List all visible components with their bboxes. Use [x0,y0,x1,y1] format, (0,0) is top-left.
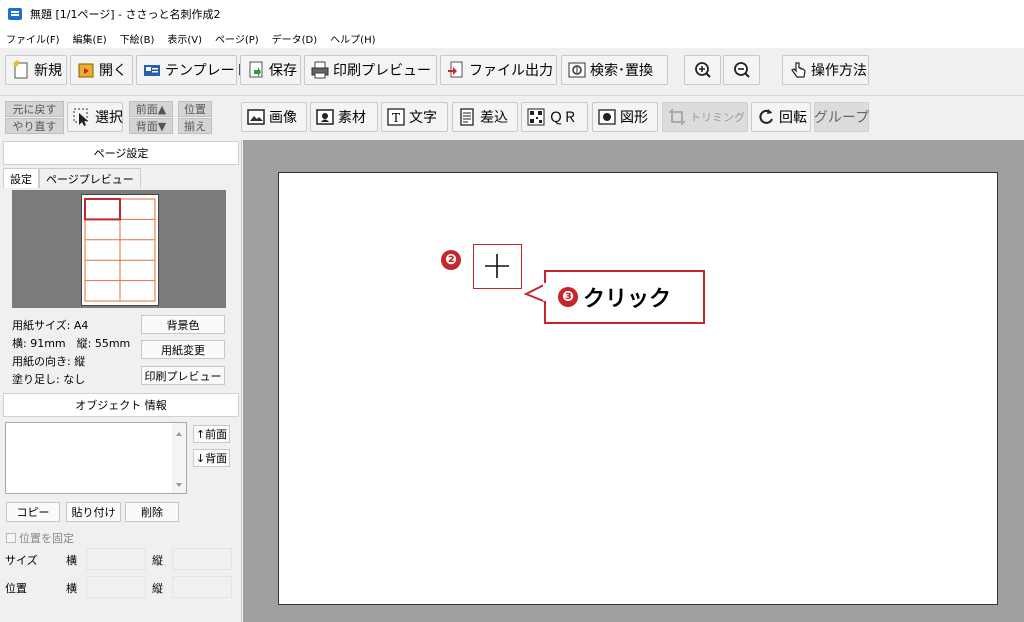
change-paper-button[interactable]: 用紙変更 [141,340,225,359]
insert-button[interactable]: 差込 [452,102,518,132]
card-canvas[interactable] [278,172,998,605]
send-back-button[interactable]: 背面▼ [129,118,173,134]
main-toolbar: 新規 開く テンプレート 保存 印刷プレビュー ファイル出力 検索･置換 操作方… [0,48,1024,96]
position-label: 位置 [5,582,27,595]
callout-joint-cover [543,283,547,301]
page-settings-tabs: 設定 ページプレビュー [3,168,141,188]
menu-data[interactable]: データ(D) [272,31,318,46]
redo-button[interactable]: やり直す [5,118,64,134]
qr-button[interactable]: ＱＲ [521,102,588,132]
save-button[interactable]: 保存 [240,55,301,85]
text-button[interactable]: T 文字 [381,102,448,132]
search-replace-icon [567,60,587,80]
orientation-text: 用紙の向き: 縦 [12,355,86,368]
move-back-button[interactable]: ↓背面 [193,449,230,467]
menu-bar: ファイル(F) 編集(E) 下絵(B) 表示(V) ページ(P) データ(D) … [0,28,1024,48]
print-preview-panel-button[interactable]: 印刷プレビュー [141,366,225,385]
checkbox-box[interactable] [6,533,16,543]
step-2-badge: ❷ [441,250,461,270]
tab-page-preview[interactable]: ページプレビュー [39,168,141,188]
trimming-button[interactable]: トリミング [662,102,748,132]
select-cursor-icon [72,107,92,127]
bring-front-button[interactable]: 前面▲ [129,101,173,117]
printer-icon [310,60,330,80]
click-instruction-text: クリック [583,287,672,312]
size-width-field[interactable] [86,548,146,570]
paper-size-text: 用紙サイズ: A4 [12,319,89,332]
file-output-button[interactable]: ファイル出力 [440,55,557,85]
material-icon [315,107,335,127]
shape-button[interactable]: 図形 [592,102,658,132]
save-icon [246,60,266,80]
page-thumbnail [81,194,159,306]
menu-help[interactable]: ヘルプ(H) [330,31,375,46]
size-height-field[interactable] [172,548,232,570]
delete-button[interactable]: 削除 [125,502,179,522]
image-button[interactable]: 画像 [241,102,307,132]
copy-button[interactable]: コピー [6,502,60,522]
file-export-icon [446,60,466,80]
zoom-out-button[interactable] [723,55,760,85]
tab-settings[interactable]: 設定 [3,168,39,188]
position-y-label: 縦 [152,582,163,595]
zoom-in-icon [693,60,713,80]
menu-view[interactable]: 表示(V) [167,31,202,46]
new-document-icon [11,60,31,80]
crosshair-cursor-highlight [473,244,522,289]
page-settings-header: ページ設定 [3,141,239,165]
material-button[interactable]: 素材 [310,102,378,132]
click-callout: ❸ クリック [544,270,705,324]
fix-position-checkbox[interactable]: 位置を固定 [6,530,74,546]
text-icon: T [386,107,406,127]
size-label: サイズ [5,554,38,567]
bleed-text: 塗り足し: なし [12,373,86,386]
search-replace-button[interactable]: 検索･置換 [561,55,668,85]
align-button-label-2[interactable]: 揃え [178,118,212,134]
rotate-icon [756,107,776,127]
position-x-label: 横 [66,582,77,595]
new-button[interactable]: 新規 [5,55,67,85]
object-list[interactable] [5,422,187,494]
rotate-button[interactable]: 回転 [751,102,811,132]
position-y-field[interactable] [172,576,232,598]
how-to-button[interactable]: 操作方法 [782,55,869,85]
qr-code-icon [526,107,546,127]
step-3-badge: ❸ [558,287,578,307]
open-button[interactable]: 開く [70,55,133,85]
menu-file[interactable]: ファイル(F) [6,31,60,46]
object-info-header: オブジェクト 情報 [3,393,239,417]
object-list-scrollbar[interactable] [172,423,186,493]
template-icon [142,60,162,80]
hand-pointer-icon [788,60,808,80]
position-x-field[interactable] [86,576,146,598]
shape-icon [597,107,617,127]
title-bar: 無題 [1/1ページ] - ささっと名刺作成2 [0,0,1024,28]
print-preview-button[interactable]: 印刷プレビュー [304,55,437,85]
open-folder-icon [76,60,96,80]
menu-background[interactable]: 下絵(B) [120,31,155,46]
select-button[interactable]: 選択 [67,102,123,132]
template-button[interactable]: テンプレート [136,55,249,85]
zoom-in-button[interactable] [684,55,721,85]
align-button[interactable]: 位置 [178,101,212,117]
crosshair-icon [485,254,509,278]
size-width-label: 横 [66,554,77,567]
move-front-button[interactable]: ↑前面 [193,425,230,443]
zoom-out-icon [732,60,752,80]
image-icon [246,107,266,127]
edit-toolbar: 元に戻す やり直す 選択 前面▲ 背面▼ 位置 揃え 画像 素材 T 文字 差込… [0,97,1024,139]
crop-icon [667,107,687,127]
menu-edit[interactable]: 編集(E) [73,31,107,46]
size-height-label: 縦 [152,554,163,567]
group-button[interactable]: グループ [814,102,869,132]
window-title: 無題 [1/1ページ] - ささっと名刺作成2 [30,8,221,21]
svg-text:T: T [392,111,400,125]
background-color-button[interactable]: 背景色 [141,315,225,334]
app-icon [8,8,22,20]
dimensions-text: 横: 91mm 縦: 55mm [12,337,131,350]
undo-button[interactable]: 元に戻す [5,101,64,117]
insert-document-icon [457,107,477,127]
paste-button[interactable]: 貼り付け [66,502,121,522]
menu-page[interactable]: ページ(P) [215,31,259,46]
